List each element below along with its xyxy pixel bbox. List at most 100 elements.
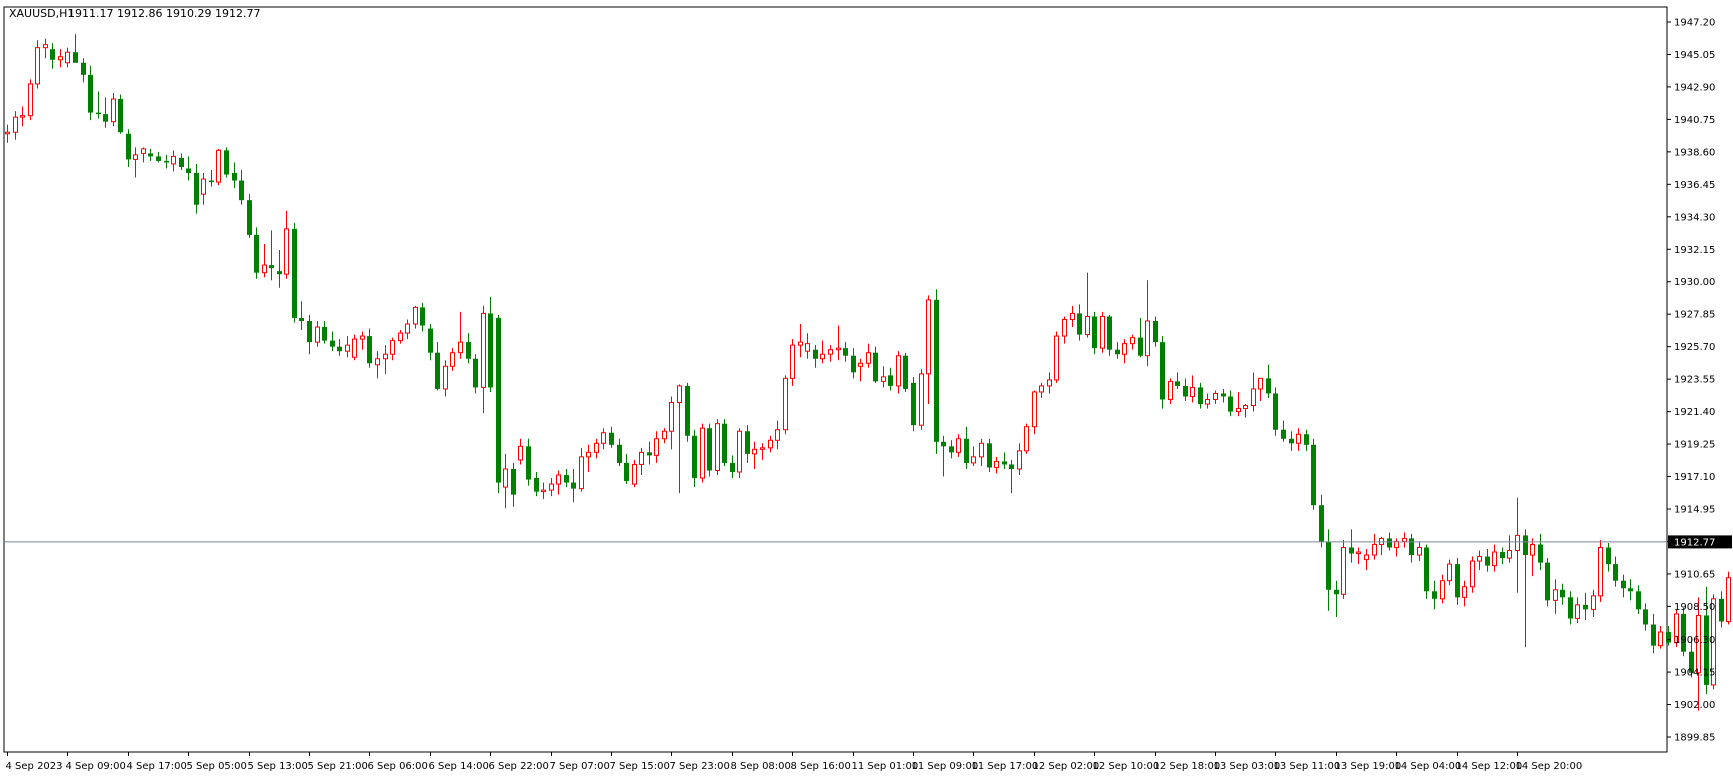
candle-body <box>466 342 471 359</box>
candle-body <box>820 353 825 360</box>
candle-body <box>148 153 153 157</box>
price-tick-label: 1925.70 <box>1674 342 1715 353</box>
price-tick-label: 1942.90 <box>1674 82 1715 93</box>
candle-body <box>156 156 161 161</box>
candle-body <box>601 432 606 444</box>
candlestick-chart[interactable]: 1947.20 1945.05 1942.90 1940.75 1938.60 1936.… <box>0 0 1733 777</box>
candle <box>911 376 916 432</box>
candle-body <box>715 423 720 471</box>
candle-body <box>111 98 116 123</box>
candle <box>292 222 297 323</box>
candle-body <box>435 352 440 389</box>
candle-body <box>1160 342 1165 400</box>
candle-body <box>1606 547 1611 565</box>
candle <box>1726 571 1731 625</box>
candle-body <box>858 362 863 367</box>
candle-body <box>43 44 48 49</box>
candle-body <box>1719 598 1724 622</box>
candle-body <box>1311 444 1316 506</box>
candle-body <box>216 149 221 183</box>
candle-body <box>1070 312 1075 320</box>
candle-body <box>307 320 312 343</box>
candle-body <box>1432 591 1437 599</box>
candle-body <box>873 352 878 382</box>
candle <box>1092 311 1097 355</box>
candle-body <box>1085 315 1090 336</box>
candle-body <box>428 328 433 353</box>
candle-body <box>126 133 131 160</box>
candle-body <box>700 427 705 479</box>
candle-body <box>481 312 486 388</box>
price-tick-label: 1932.15 <box>1674 245 1715 256</box>
candle-body <box>1024 426 1029 452</box>
candle <box>1107 314 1112 356</box>
candle-body <box>805 343 810 352</box>
candle-body <box>1009 464 1014 469</box>
price-tick-label: 1934.30 <box>1674 212 1715 223</box>
candle-body <box>1281 429 1286 439</box>
candle-body <box>269 265 274 269</box>
price-tick-label: 1917.10 <box>1674 472 1715 483</box>
candle <box>903 352 908 392</box>
candle-body <box>1130 337 1135 345</box>
candle-body <box>1183 385 1188 397</box>
time-tick-label: 11 Sep 17:00 <box>972 761 1039 772</box>
candle-body <box>1251 388 1256 407</box>
candle-body <box>1205 399 1210 405</box>
candle-body <box>775 429 780 441</box>
plot-area <box>3 6 1668 753</box>
candle-body <box>813 349 818 359</box>
candle-body <box>1560 589 1565 598</box>
candle-body <box>1092 316 1097 349</box>
candle-body <box>1326 541 1331 590</box>
candle-body <box>398 332 403 342</box>
candle-body <box>669 402 674 432</box>
time-axis[interactable]: 4 Sep 2023 4 Sep 09:00 4 Sep 17:00 5 Sep 05… <box>6 752 1583 772</box>
candle <box>1054 331 1059 383</box>
candle-body <box>247 200 252 235</box>
candle-body <box>1153 320 1158 343</box>
candle-body <box>737 430 742 473</box>
candle-body <box>239 180 244 201</box>
candle-body <box>617 444 622 463</box>
candle-body <box>541 489 546 493</box>
candle-body <box>186 168 191 174</box>
candle-body <box>760 447 765 450</box>
candle <box>700 423 705 483</box>
candle-body <box>1485 556 1490 566</box>
candle-body <box>88 74 93 113</box>
candle <box>247 194 252 238</box>
price-axis[interactable]: 1947.20 1945.05 1942.90 1940.75 1938.60 1936.… <box>1667 18 1715 744</box>
candle <box>1719 591 1724 628</box>
candle-body <box>549 483 554 491</box>
time-tick-label: 7 Sep 15:00 <box>610 761 670 772</box>
candle-body <box>337 346 342 352</box>
candle <box>1696 597 1701 711</box>
candle <box>934 289 939 454</box>
candle-body <box>20 115 25 118</box>
candle-body <box>1115 349 1120 355</box>
time-tick-label: 8 Sep 16:00 <box>791 761 851 772</box>
candle-body <box>964 438 969 463</box>
time-tick-label: 11 Sep 09:00 <box>912 761 979 772</box>
ohlc-values: 1911.17 1912.86 1910.29 1912.77 <box>68 7 260 20</box>
candle-body <box>1658 631 1663 647</box>
candle-body <box>1002 461 1007 465</box>
price-tick-label: 1927.85 <box>1674 310 1715 321</box>
candle-body <box>692 435 697 479</box>
candle-body <box>5 131 10 135</box>
candle-body <box>843 348 848 356</box>
candle-body <box>1054 335 1059 381</box>
candle-body <box>594 442 599 453</box>
candle-body <box>1477 556 1482 562</box>
candle-body <box>405 323 410 334</box>
candle-body <box>1243 405 1248 410</box>
candle-body <box>1266 378 1271 394</box>
candle-body <box>141 148 146 154</box>
candle-body <box>1356 551 1361 555</box>
time-tick-label: 6 Sep 14:00 <box>429 761 489 772</box>
candle-body <box>58 56 63 61</box>
candle-body <box>232 173 237 181</box>
candle-body <box>13 116 18 133</box>
candle <box>1160 336 1165 409</box>
